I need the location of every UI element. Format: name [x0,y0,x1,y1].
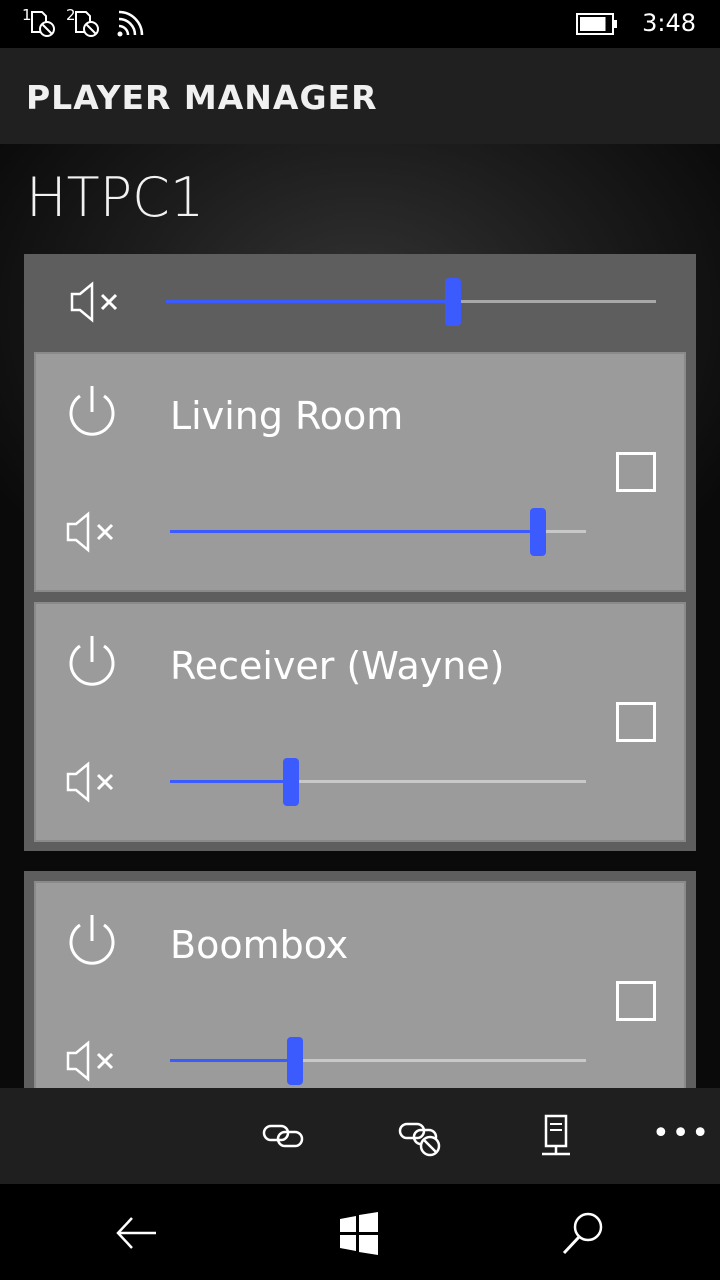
navigation-bar [0,1184,720,1280]
mute-icon[interactable] [62,760,122,804]
phone-screen: 1 2 3:48 PLAYER MANAGER HTPC1 Living Roo… [0,0,720,1280]
player-name: Boombox [170,923,349,967]
slider-thumb[interactable] [530,508,547,556]
player-list-page[interactable]: HTPC1 Living Room Receiver (Wayne) Boomb… [0,144,720,1088]
command-bar: ••• [0,1088,720,1184]
slider-fill [166,300,453,303]
back-arrow-icon[interactable] [112,1208,162,1258]
power-icon[interactable] [64,382,120,442]
sim2-status: 2 [66,6,106,40]
slider-fill [170,1059,295,1062]
mute-icon[interactable] [62,1039,122,1083]
slider-fill [170,530,539,533]
player-select-checkbox[interactable] [616,981,656,1021]
server-name: HTPC1 [26,166,205,229]
clock: 3:48 [642,9,696,37]
player-select-checkbox[interactable] [616,452,656,492]
title-bar: PLAYER MANAGER [0,48,720,144]
slider-fill [170,780,291,783]
app-title: PLAYER MANAGER [26,78,378,117]
player-group: Boombox [24,871,696,1088]
more-button[interactable]: ••• [652,1116,711,1151]
wifi-icon [117,10,144,37]
mute-icon[interactable] [62,510,122,554]
player-volume-slider[interactable] [170,758,586,806]
status-bar: 1 2 3:48 [0,0,720,48]
search-icon[interactable] [558,1208,608,1258]
slider-thumb[interactable] [444,278,461,326]
player-volume-slider[interactable] [170,508,586,556]
player-volume-slider[interactable] [170,1037,586,1085]
player-group: Living Room Receiver (Wayne) [24,254,696,851]
link-icon[interactable] [256,1108,312,1164]
slider-thumb[interactable] [282,758,299,806]
unlink-icon[interactable] [394,1108,450,1164]
player-card[interactable]: Receiver (Wayne) [34,602,686,842]
server-icon[interactable] [528,1108,584,1164]
player-name: Receiver (Wayne) [170,644,505,688]
windows-start-icon[interactable] [334,1208,384,1258]
player-name: Living Room [170,394,404,438]
slider-thumb[interactable] [286,1037,303,1085]
master-volume-slider[interactable] [166,278,656,326]
power-icon[interactable] [64,632,120,692]
player-card[interactable]: Living Room [34,352,686,592]
player-card[interactable]: Boombox [34,881,686,1088]
battery-icon [576,13,617,35]
sim-no-service-icon [31,11,55,37]
sim1-status: 1 [22,6,62,40]
mute-icon[interactable] [66,280,126,324]
power-icon[interactable] [64,911,120,971]
sim-no-service-icon [75,11,99,37]
player-select-checkbox[interactable] [616,702,656,742]
